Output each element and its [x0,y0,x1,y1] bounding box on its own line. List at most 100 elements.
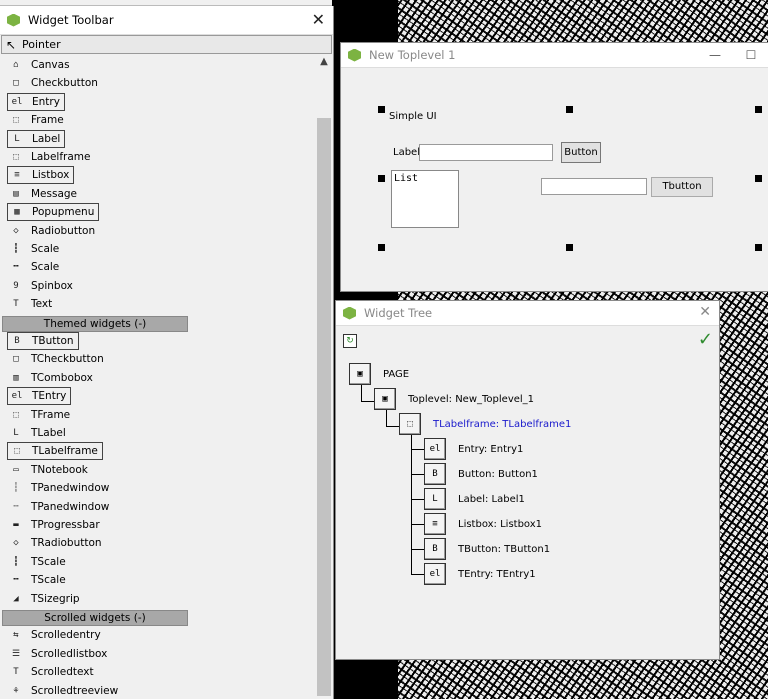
tree-node-label[interactable]: Label: Label1 [458,494,525,505]
tcheckbutton-icon: □ [13,354,19,365]
horizontal-scale-icon: ╍ [13,262,19,273]
resize-handle[interactable] [755,106,762,113]
tree-node-icon[interactable]: ▣ [374,388,396,410]
tree-node-label[interactable]: TLabelframe: TLabelframe1 [433,419,571,430]
close-icon[interactable]: ✕ [312,10,325,29]
tree-node-icon[interactable]: B [424,538,446,560]
tool-listbox[interactable]: ≡ Listbox [7,166,75,185]
tool-tlabel[interactable]: L TLabel [0,424,65,442]
tool-tframe[interactable]: ⬚ TFrame [0,406,70,424]
tool-spinbox[interactable]: 9 Spinbox [0,277,73,295]
tool-tentry[interactable]: el TEntry [7,387,72,406]
tree-node-label[interactable]: TButton: TButton1 [458,544,550,555]
tool-scrolledlistbox[interactable]: ☰ Scrolledlistbox [0,645,107,663]
frame-icon: ⬚ [13,115,19,126]
radiobutton-icon: ◇ [13,225,19,236]
scrolledentry-icon: ⇆ [13,630,19,641]
tool-label: Spinbox [31,279,73,292]
tree-node-icon[interactable]: B [424,463,446,485]
scrollbar-thumb[interactable] [317,118,331,696]
tool-popupmenu[interactable]: ▦ Popupmenu [7,203,100,222]
tool-frame[interactable]: ⬚ Frame [0,111,63,129]
tree-node-label[interactable]: Listbox: Listbox1 [458,519,542,530]
tool-canvas[interactable]: ⌂ Canvas [0,56,69,74]
tree-node-label[interactable]: Button: Button1 [458,469,538,480]
minimize-icon[interactable]: — [697,48,733,62]
vertical-panedwindow-icon: ┆ [13,483,19,494]
tool-tnotebook[interactable]: ▭ TNotebook [0,461,88,479]
tool-label: Labelframe [31,151,91,163]
tool-scale[interactable]: ┇ Scale [0,240,59,258]
toplevel-titlebar[interactable]: New Toplevel 1 — ☐ [341,43,768,68]
resize-handle[interactable] [755,175,762,182]
tool-text[interactable]: T Text [0,295,52,313]
refresh-icon[interactable]: ↻ [343,334,357,348]
tree-node-icon[interactable]: L [424,488,446,510]
tool-radiobutton[interactable]: ◇ Radiobutton [0,222,95,240]
tree-node-label[interactable]: Entry: Entry1 [458,444,523,455]
labelframe-caption: Simple UI [389,111,437,122]
tree-connector-line [411,524,424,525]
listbox1[interactable]: List [391,170,459,228]
tree-node-icon[interactable]: el [424,438,446,460]
tool-label: TPanedwindow [31,482,110,495]
tool-tlabelframe[interactable]: ⬚ TLabelframe [7,442,103,461]
tree-titlebar[interactable]: Widget Tree ✕ [336,301,719,326]
tool-label: TEntry [32,390,67,403]
tool-scrolledtext[interactable]: T Scrolledtext [0,663,93,681]
tree-node-icon[interactable]: el [424,563,446,585]
tool-tpanedwindow[interactable]: ╌ TPanedwindow [0,498,109,516]
button1[interactable]: Button [561,142,601,163]
tool-label[interactable]: L Label [7,129,66,148]
tool-label: Scrolledtreeview [31,684,119,697]
resize-handle[interactable] [566,106,573,113]
label1[interactable]: Label [393,147,420,158]
toolbar-titlebar[interactable]: Widget Toolbar ✕ [0,6,333,35]
tree-node-icon[interactable]: ▣ [349,363,371,385]
resize-handle[interactable] [378,175,385,182]
pointer-arrow-icon: ↖ [6,37,17,52]
page-app-icon [7,13,20,27]
maximize-icon[interactable]: ☐ [733,48,768,62]
tool-tradiobutton[interactable]: ◇ TRadiobutton [0,534,101,552]
text-icon: T [13,299,19,310]
tool-label: Scrolledentry [31,629,101,642]
scroll-up-arrow-icon[interactable]: ▲ [316,56,332,70]
pointer-tool[interactable]: ↖ Pointer [1,35,332,54]
tool-entry[interactable]: el Entry [7,92,65,111]
tree-connector-line [411,549,424,550]
resize-handle[interactable] [378,244,385,251]
themed-widgets-header[interactable]: Themed widgets (-) [2,315,188,332]
resize-handle[interactable] [566,244,573,251]
tool-scale[interactable]: ╍ Scale [0,258,59,276]
horizontal-panedwindow-icon: ╌ [13,501,19,512]
tree-node-label[interactable]: PAGE [383,369,409,380]
checkmark-icon[interactable]: ✓ [698,329,713,350]
tool-tpanedwindow[interactable]: ┆ TPanedwindow [0,479,109,497]
tool-tcheckbutton[interactable]: □ TCheckbutton [0,350,103,368]
toolbar-scrollbar[interactable]: ▲ [316,54,332,699]
tool-tsizegrip[interactable]: ◢ TSizegrip [0,590,79,608]
tool-labelframe[interactable]: ⬚ Labelframe [0,148,90,166]
tool-tprogressbar[interactable]: ▬ TProgressbar [0,516,99,534]
tool-tscale[interactable]: ┇ TScale [0,553,65,571]
tool-scrolledentry[interactable]: ⇆ Scrolledentry [0,626,101,644]
tree-node-label[interactable]: TEntry: TEntry1 [458,569,536,580]
resize-handle[interactable] [378,106,385,113]
tree-node-icon[interactable]: ≡ [424,513,446,535]
tool-tbutton[interactable]: B TButton [7,332,79,350]
tool-message[interactable]: ▤ Message [0,185,77,203]
tool-scrolledtreeview[interactable]: ⚘ Scrolledtreeview [0,682,118,699]
tentry1-field[interactable] [541,178,647,195]
tree-node-icon[interactable]: ⬚ [399,413,421,435]
tool-checkbutton[interactable]: □ Checkbutton [0,74,98,92]
tree-node-label[interactable]: Toplevel: New_Toplevel_1 [408,394,534,405]
tnotebook-icon: ▭ [13,464,19,475]
scrolled-widgets-header[interactable]: Scrolled widgets (-) [2,610,188,626]
tool-tscale[interactable]: ╍ TScale [0,571,65,589]
resize-handle[interactable] [755,244,762,251]
tbutton1[interactable]: Tbutton [651,177,713,197]
close-icon[interactable]: ✕ [699,304,711,320]
tool-tcombobox[interactable]: ▥ TCombobox [0,369,93,387]
entry1-field[interactable] [419,144,553,161]
